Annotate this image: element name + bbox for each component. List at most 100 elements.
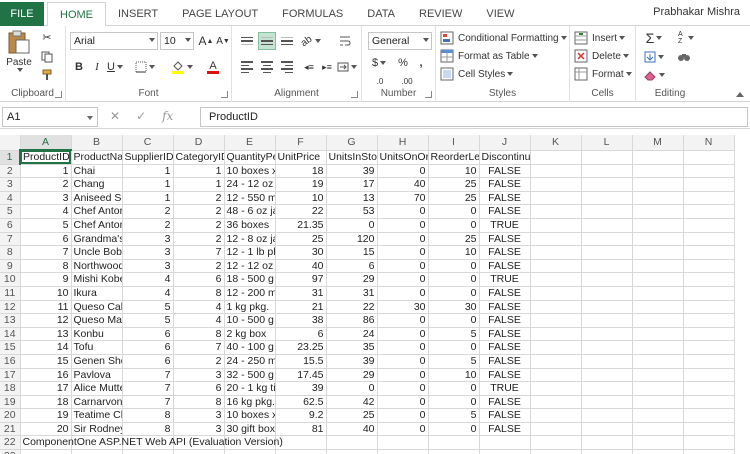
cell-n11[interactable] — [683, 286, 735, 301]
cell-e16[interactable]: 24 - 250 m — [224, 354, 276, 369]
cell-d13[interactable]: 4 — [173, 313, 225, 328]
align-bottom-button[interactable] — [278, 32, 296, 50]
cell-b8[interactable]: Uncle Bob' — [71, 245, 123, 260]
comma-style-button[interactable]: , — [412, 54, 430, 72]
row-header[interactable]: 20 — [0, 408, 21, 423]
cell-b1[interactable]: ProductNa — [71, 150, 123, 165]
cell-j10[interactable]: TRUE — [479, 272, 531, 287]
cell-m4[interactable] — [632, 191, 684, 206]
number-launcher-icon[interactable] — [425, 91, 432, 98]
italic-button[interactable]: I — [88, 58, 106, 76]
cell-h23[interactable] — [377, 449, 429, 454]
cell-e4[interactable]: 12 - 550 m — [224, 191, 276, 206]
cell-k23[interactable] — [530, 449, 582, 454]
cell-b18[interactable]: Alice Mutte — [71, 381, 123, 396]
cell-g8[interactable]: 15 — [326, 245, 378, 260]
cell-i13[interactable]: 0 — [428, 313, 480, 328]
cell-h20[interactable]: 0 — [377, 408, 429, 423]
cell-d21[interactable]: 3 — [173, 422, 225, 437]
cell-g16[interactable]: 39 — [326, 354, 378, 369]
fill-color-button[interactable] — [171, 58, 193, 76]
cell-b4[interactable]: Aniseed S — [71, 191, 123, 206]
cell-m22[interactable] — [632, 435, 684, 451]
cell-k22[interactable] — [530, 435, 582, 451]
tab-page-layout[interactable]: PAGE LAYOUT — [170, 2, 270, 26]
cell-c4[interactable]: 1 — [122, 191, 174, 206]
copy-button[interactable] — [38, 48, 56, 66]
cell-a3[interactable]: 2 — [20, 177, 72, 192]
cell-j21[interactable]: FALSE — [479, 422, 531, 437]
cell-m11[interactable] — [632, 286, 684, 301]
row-header[interactable]: 11 — [0, 286, 21, 301]
cell-e19[interactable]: 16 kg pkg. — [224, 395, 276, 410]
cell-c13[interactable]: 5 — [122, 313, 174, 328]
cell-c12[interactable]: 5 — [122, 300, 174, 315]
cell-f8[interactable]: 30 — [275, 245, 327, 260]
cell-h10[interactable]: 0 — [377, 272, 429, 287]
cell-i2[interactable]: 10 — [428, 164, 480, 179]
cell-h22[interactable] — [377, 435, 429, 451]
row-header[interactable]: 4 — [0, 191, 21, 206]
cell-d15[interactable]: 7 — [173, 340, 225, 355]
cell-g14[interactable]: 24 — [326, 327, 378, 342]
cell-c23[interactable] — [122, 449, 174, 454]
cell-n4[interactable] — [683, 191, 735, 206]
cell-h1[interactable]: UnitsOnOr — [377, 150, 429, 165]
cell-g10[interactable]: 29 — [326, 272, 378, 287]
cell-j16[interactable]: FALSE — [479, 354, 531, 369]
cell-d3[interactable]: 1 — [173, 177, 225, 192]
cell-i22[interactable] — [428, 435, 480, 451]
cell-d10[interactable]: 6 — [173, 272, 225, 287]
cell-h8[interactable]: 0 — [377, 245, 429, 260]
cell-c8[interactable]: 3 — [122, 245, 174, 260]
cell-j3[interactable]: FALSE — [479, 177, 531, 192]
cell-b6[interactable]: Chef Antor — [71, 218, 123, 233]
cell-n14[interactable] — [683, 327, 735, 342]
cell-m20[interactable] — [632, 408, 684, 423]
cell-e1[interactable]: QuantityPe — [224, 150, 276, 165]
cell-i16[interactable]: 5 — [428, 354, 480, 369]
cell-m10[interactable] — [632, 272, 684, 287]
cell-l9[interactable] — [581, 259, 633, 274]
row-header[interactable]: 7 — [0, 232, 21, 247]
cell-a21[interactable]: 20 — [20, 422, 72, 437]
cell-n5[interactable] — [683, 204, 735, 219]
cell-m19[interactable] — [632, 395, 684, 410]
cell-b10[interactable]: Mishi Kobe — [71, 272, 123, 287]
cell-g19[interactable]: 42 — [326, 395, 378, 410]
column-header-b[interactable]: B — [71, 135, 123, 151]
cell-i17[interactable]: 10 — [428, 368, 480, 383]
cell-b3[interactable]: Chang — [71, 177, 123, 192]
cell-g13[interactable]: 86 — [326, 313, 378, 328]
cell-i19[interactable]: 0 — [428, 395, 480, 410]
cell-d6[interactable]: 2 — [173, 218, 225, 233]
cell-j23[interactable] — [479, 449, 531, 454]
cell-e10[interactable]: 18 - 500 g — [224, 272, 276, 287]
cell-b20[interactable]: Teatime Cl — [71, 408, 123, 423]
cell-n2[interactable] — [683, 164, 735, 179]
cell-f14[interactable]: 6 — [275, 327, 327, 342]
cancel-icon[interactable]: ✕ — [110, 109, 120, 123]
cell-j17[interactable]: FALSE — [479, 368, 531, 383]
cell-a4[interactable]: 3 — [20, 191, 72, 206]
cell-c21[interactable]: 8 — [122, 422, 174, 437]
tab-review[interactable]: REVIEW — [407, 2, 474, 26]
name-box[interactable]: A1 — [2, 107, 98, 127]
underline-button[interactable]: U — [106, 58, 124, 76]
cell-e18[interactable]: 20 - 1 kg ti — [224, 381, 276, 396]
cell-a12[interactable]: 11 — [20, 300, 72, 315]
cell-l5[interactable] — [581, 204, 633, 219]
cell-c7[interactable]: 3 — [122, 232, 174, 247]
cut-button[interactable]: ✂ — [38, 28, 56, 46]
sort-filter-button[interactable]: A Z — [672, 29, 700, 47]
conditional-formatting-button[interactable]: Conditional Formatting — [440, 29, 567, 47]
cell-n6[interactable] — [683, 218, 735, 233]
cell-n10[interactable] — [683, 272, 735, 287]
cell-j2[interactable]: FALSE — [479, 164, 531, 179]
cell-f16[interactable]: 15.5 — [275, 354, 327, 369]
cell-d8[interactable]: 7 — [173, 245, 225, 260]
cell-d18[interactable]: 6 — [173, 381, 225, 396]
cell-g22[interactable] — [326, 435, 378, 451]
cell-m17[interactable] — [632, 368, 684, 383]
align-top-button[interactable] — [238, 32, 256, 50]
